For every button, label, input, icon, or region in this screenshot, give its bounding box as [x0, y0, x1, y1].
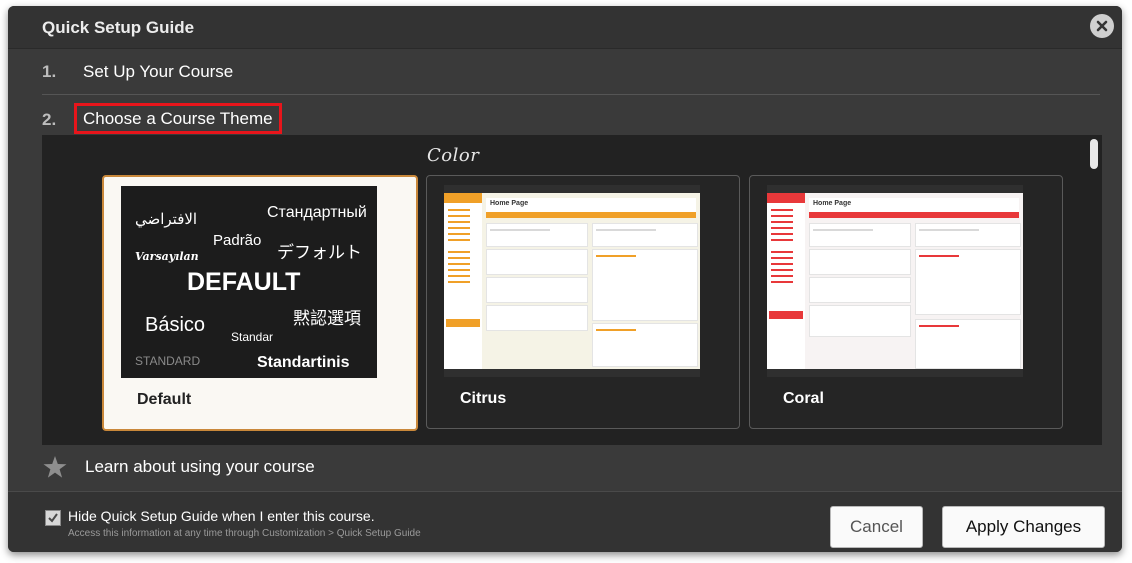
- dialog-titlebar: Quick Setup Guide: [8, 6, 1122, 49]
- close-button[interactable]: [1090, 14, 1114, 38]
- apply-changes-button[interactable]: Apply Changes: [942, 506, 1105, 548]
- hide-guide-label[interactable]: Hide Quick Setup Guide when I enter this…: [68, 508, 375, 524]
- preview-bottombar: [444, 369, 700, 377]
- quick-setup-dialog: Quick Setup Guide 1. Set Up Your Course …: [8, 6, 1122, 552]
- default-theme-thumbnail: الافتراضي Стандартный Padrão デフォルト Varsa…: [121, 186, 377, 378]
- color-heading: Color: [427, 145, 480, 166]
- dialog-footer: Hide Quick Setup Guide when I enter this…: [8, 491, 1122, 552]
- default-word: Varsayılan: [135, 250, 199, 263]
- star-icon: [43, 456, 67, 478]
- preview-nav: [444, 193, 482, 369]
- preview-content: Home Page: [482, 193, 700, 369]
- default-word: 黙認選項: [293, 309, 361, 328]
- dialog-title: Quick Setup Guide: [42, 18, 195, 37]
- preview-topbar: [444, 185, 700, 193]
- theme-card-citrus[interactable]: Home Page Citrus: [426, 175, 740, 429]
- close-icon: [1096, 20, 1108, 32]
- preview-page-title: Home Page: [813, 200, 852, 207]
- cancel-button[interactable]: Cancel: [830, 506, 923, 548]
- preview-topbar: [767, 185, 1023, 193]
- check-icon: [48, 513, 58, 523]
- theme-name: Default: [137, 391, 192, 408]
- hide-guide-hint: Access this information at any time thro…: [68, 528, 421, 539]
- default-word: الافتراضي: [135, 211, 198, 228]
- default-word: Padrão: [213, 232, 262, 249]
- preview-nav: [767, 193, 805, 369]
- learn-about-course[interactable]: Learn about using your course: [8, 447, 1122, 487]
- default-word: デフォルト: [277, 243, 362, 262]
- theme-name: Citrus: [460, 390, 507, 407]
- step-divider: [42, 94, 1100, 95]
- step-label-highlighted[interactable]: Choose a Course Theme: [74, 103, 282, 134]
- step-number: 2.: [42, 110, 57, 129]
- coral-preview: Home Page: [767, 185, 1023, 377]
- theme-panel: Color الافتراضي Стандартный Padrão デフォルト…: [42, 135, 1102, 445]
- theme-card-default[interactable]: الافتراضي Стандартный Padrão デフォルト Varsa…: [102, 175, 418, 431]
- citrus-theme-thumbnail: Home Page: [444, 185, 700, 377]
- preview-bottombar: [767, 369, 1023, 377]
- step-set-up-course[interactable]: 1. Set Up Your Course: [8, 52, 1122, 92]
- theme-card-coral[interactable]: Home Page Coral: [749, 175, 1063, 429]
- default-word: Стандартный: [267, 204, 367, 221]
- default-word: Básico: [145, 314, 206, 336]
- coral-theme-thumbnail: Home Page: [767, 185, 1023, 377]
- learn-label: Learn about using your course: [85, 457, 315, 476]
- step-label: Set Up Your Course: [83, 62, 234, 81]
- preview-content: Home Page: [805, 193, 1023, 369]
- hide-guide-checkbox[interactable]: [45, 510, 61, 526]
- default-word: Standar: [231, 330, 274, 344]
- step-number: 1.: [42, 62, 57, 81]
- theme-name: Coral: [783, 390, 824, 407]
- default-word: Standartinis: [257, 354, 350, 371]
- citrus-preview: Home Page: [444, 185, 700, 377]
- panel-scrollbar[interactable]: [1090, 139, 1098, 169]
- default-word: DEFAULT: [187, 268, 301, 296]
- default-word: STANDARD: [135, 354, 201, 368]
- preview-page-title: Home Page: [490, 200, 529, 207]
